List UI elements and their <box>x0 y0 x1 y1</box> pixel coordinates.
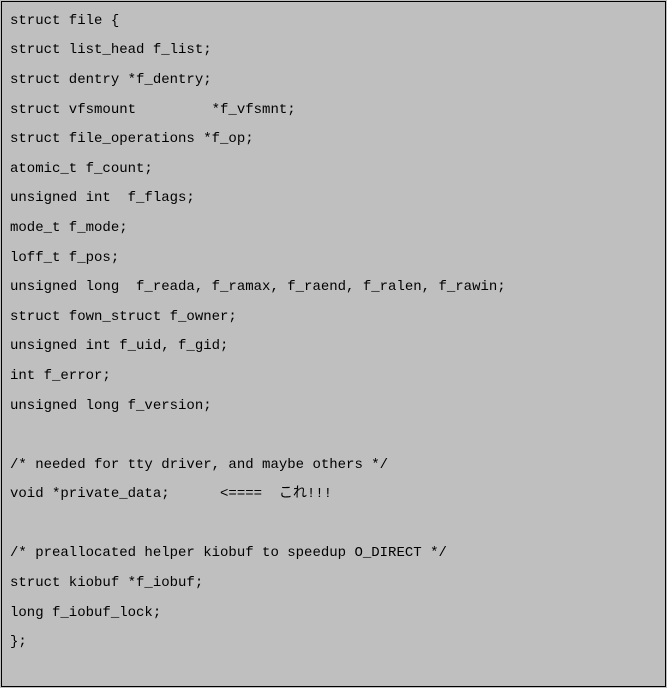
code-line: /* needed for tty driver, and maybe othe… <box>10 450 657 480</box>
code-line: void *private_data; <==== これ!!! <box>10 480 657 510</box>
code-line: unsigned long f_version; <box>10 391 657 421</box>
code-line: struct vfsmount *f_vfsmnt; <box>10 95 657 125</box>
code-line: struct file { <box>10 6 657 36</box>
code-line <box>10 420 657 450</box>
code-line: struct file_operations *f_op; <box>10 124 657 154</box>
code-line: struct fown_struct f_owner; <box>10 302 657 332</box>
code-line: int f_error; <box>10 361 657 391</box>
code-line: struct kiobuf *f_iobuf; <box>10 568 657 598</box>
code-line: mode_t f_mode; <box>10 213 657 243</box>
code-line: /* preallocated helper kiobuf to speedup… <box>10 539 657 569</box>
code-line: struct list_head f_list; <box>10 36 657 66</box>
code-line: struct dentry *f_dentry; <box>10 65 657 95</box>
code-line: long f_iobuf_lock; <box>10 598 657 628</box>
code-line: }; <box>10 627 657 657</box>
code-line: loff_t f_pos; <box>10 243 657 273</box>
code-line: unsigned long f_reada, f_ramax, f_raend,… <box>10 272 657 302</box>
code-block: struct file { struct list_head f_list; s… <box>1 1 666 687</box>
code-line <box>10 509 657 539</box>
code-line: unsigned int f_uid, f_gid; <box>10 332 657 362</box>
code-line: unsigned int f_flags; <box>10 184 657 214</box>
code-line: atomic_t f_count; <box>10 154 657 184</box>
